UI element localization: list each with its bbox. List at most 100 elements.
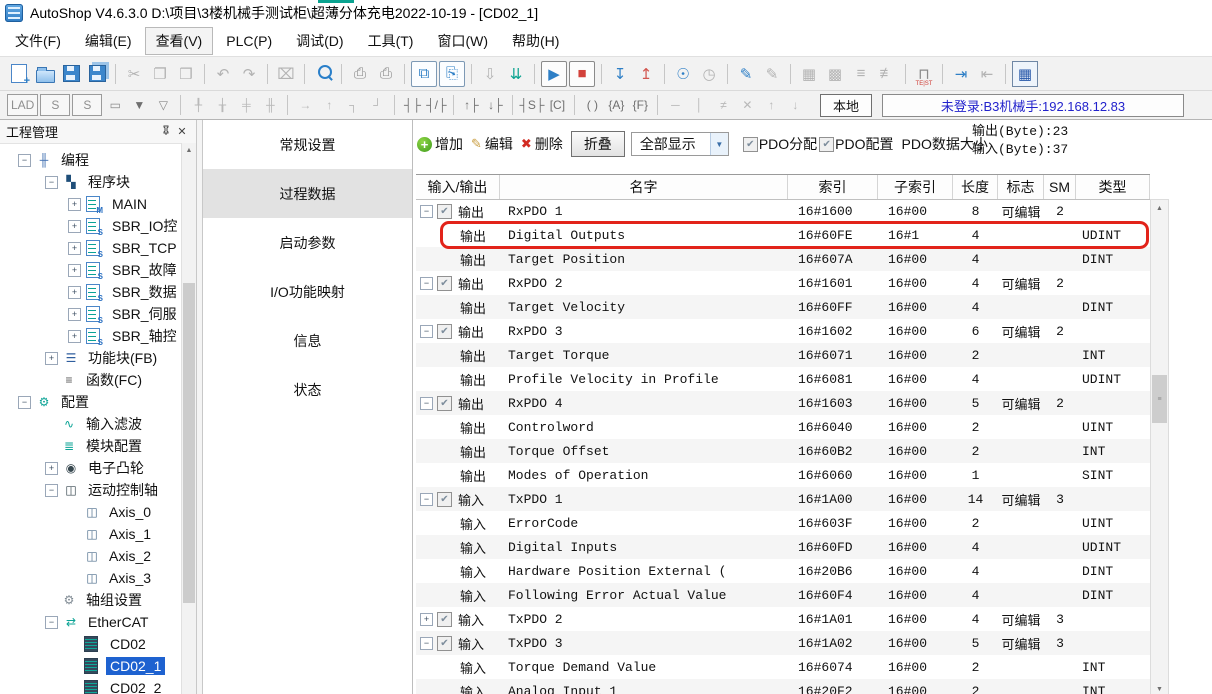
set-coil-icon[interactable]: ┤S├	[519, 95, 544, 115]
tree-item-程序块[interactable]: −▚程序块	[0, 171, 196, 193]
scroll-up-icon[interactable]: ▲	[1151, 200, 1168, 216]
tree-item-EtherCAT[interactable]: −⇄EtherCAT	[0, 611, 196, 633]
redo-icon[interactable]: ↷	[237, 62, 261, 86]
no-contact-icon[interactable]: ┤├	[401, 95, 423, 115]
rising-edge-contact-icon[interactable]: ↑├	[460, 95, 482, 115]
menu-item-6[interactable]: 窗口(W)	[426, 27, 499, 55]
pdo-config-checkbox[interactable]: ✔ PDO配置	[819, 134, 893, 154]
tree-item-CD02_2[interactable]: CD02_2	[0, 677, 196, 694]
table-row[interactable]: 输入Torque Demand Value16#607416#002INT	[416, 655, 1150, 679]
table-row[interactable]: −✔输出RxPDO 116#160016#008可编辑2	[416, 199, 1150, 223]
delete-cross-icon[interactable]: ✕	[736, 95, 758, 115]
column-header-5[interactable]: 标志	[998, 175, 1044, 199]
line-up-icon[interactable]: ↑	[318, 95, 340, 115]
counter-icon[interactable]: [C]	[546, 95, 568, 115]
scrollbar-thumb[interactable]: ≡	[1152, 375, 1167, 423]
collapse-button[interactable]: 折叠	[571, 131, 625, 157]
nc-contact-icon[interactable]: ┤/├	[425, 95, 447, 115]
collapse-icon[interactable]: −	[420, 493, 433, 506]
tree-item-SBR_IO控[interactable]: +SBR_IO控	[0, 215, 196, 237]
func-block-f-icon[interactable]: {F}	[629, 95, 651, 115]
table-row[interactable]: 输出Target Position16#607A16#004DINT	[416, 247, 1150, 271]
edit-mode-icon[interactable]: ✎	[734, 62, 758, 86]
table-row[interactable]: 输入Digital Inputs16#60FD16#004UDINT	[416, 535, 1150, 559]
compare-doc-icon[interactable]: ⇊	[504, 62, 528, 86]
add-button[interactable]: + 增加	[417, 134, 463, 154]
table-row[interactable]: 输出Controlword16#604016#002UINT	[416, 415, 1150, 439]
logout-icon[interactable]: ⇤	[975, 62, 999, 86]
dropdown-arrow-icon[interactable]: ▼	[710, 133, 728, 155]
edit-offline-icon[interactable]: ✎	[760, 62, 784, 86]
pdo-checkbox[interactable]: ✔	[437, 396, 452, 411]
search-icon[interactable]	[311, 62, 335, 86]
table-scrollbar[interactable]: ▲ ≡ ▼	[1150, 199, 1169, 694]
coil-tool-icon[interactable]: ▭	[104, 95, 126, 115]
expand-icon[interactable]: +	[68, 286, 81, 299]
tree-item-模块配置[interactable]: ≣模块配置	[0, 435, 196, 457]
tree-item-编程[interactable]: −╫编程	[0, 149, 196, 171]
menu-item-4[interactable]: 调试(D)	[285, 27, 354, 55]
open-project-icon[interactable]	[33, 62, 57, 86]
print-preview-icon[interactable]: ⎙	[348, 62, 372, 86]
menu-item-3[interactable]: PLC(P)	[215, 29, 283, 53]
tree-item-Axis_3[interactable]: ◫Axis_3	[0, 567, 196, 589]
tree-item-SBR_数据[interactable]: +SBR_数据	[0, 281, 196, 303]
tree-item-CD02[interactable]: CD02	[0, 633, 196, 655]
pdo-assign-checkbox[interactable]: ✔ PDO分配	[743, 134, 817, 154]
pdo-checkbox[interactable]: ✔	[437, 276, 452, 291]
column-header-0[interactable]: 输入/输出	[416, 175, 500, 199]
hline-icon[interactable]: ─	[664, 95, 686, 115]
edit-button[interactable]: ✎ 编辑	[471, 134, 513, 154]
copy-icon[interactable]: ❐	[148, 62, 172, 86]
falling-edge-contact-icon[interactable]: ↓├	[484, 95, 506, 115]
login-status[interactable]: 未登录:B3机械手:192.168.12.83	[882, 94, 1184, 117]
contact-parallel2-icon[interactable]: ╫	[259, 95, 281, 115]
nav-item-2[interactable]: 启动参数	[203, 218, 412, 267]
scroll-down-icon[interactable]: ▼	[1151, 681, 1168, 694]
stl-view-button[interactable]: S	[40, 94, 70, 116]
delete-icon[interactable]: ⌧	[274, 62, 298, 86]
menu-item-1[interactable]: 编辑(E)	[74, 27, 143, 55]
tree-item-函数(FC)[interactable]: ≡函数(FC)	[0, 369, 196, 391]
menu-item-5[interactable]: 工具(T)	[357, 27, 425, 55]
collapse-icon[interactable]: −	[45, 484, 58, 497]
collapse-icon[interactable]: −	[18, 396, 31, 409]
save-icon[interactable]	[59, 62, 83, 86]
run-icon[interactable]: ▶	[541, 61, 567, 87]
expand-icon[interactable]: +	[45, 352, 58, 365]
print-icon[interactable]: ⎙	[374, 62, 398, 86]
nav-item-4[interactable]: 信息	[203, 316, 412, 365]
expand-icon[interactable]: +	[420, 613, 433, 626]
column-header-4[interactable]: 长度	[953, 175, 998, 199]
local-mode-button[interactable]: 本地	[820, 94, 872, 117]
table-row[interactable]: −✔输入TxPDO 116#1A0016#0014可编辑3	[416, 487, 1150, 511]
line-corner-down-icon[interactable]: ┐	[342, 95, 364, 115]
insert-row-icon[interactable]: ≡	[849, 62, 873, 86]
cascade-windows-icon[interactable]: ⧉	[411, 61, 437, 87]
tree-item-SBR_故障[interactable]: +SBR_故障	[0, 259, 196, 281]
collapse-icon[interactable]: −	[420, 637, 433, 650]
display-filter-dropdown[interactable]: 全部显示 ▼	[631, 132, 729, 156]
tree-item-输入滤波[interactable]: ∿输入滤波	[0, 413, 196, 435]
vline-icon[interactable]: │	[688, 95, 710, 115]
sfc-view-button[interactable]: S	[72, 94, 102, 116]
pdo-checkbox[interactable]: ✔	[437, 204, 452, 219]
table-row[interactable]: 输出Modes of Operation16#606016#001SINT	[416, 463, 1150, 487]
cut-icon[interactable]: ✂	[122, 62, 146, 86]
timer-icon[interactable]: ◷	[697, 62, 721, 86]
table-row[interactable]: 输入Hardware Position External (16#20B616#…	[416, 559, 1150, 583]
expand-icon[interactable]: +	[68, 264, 81, 277]
expand-icon[interactable]: +	[68, 220, 81, 233]
line-corner-up-icon[interactable]: ┘	[366, 95, 388, 115]
nav-item-5[interactable]: 状态	[203, 365, 412, 414]
table-row[interactable]: −✔输入TxPDO 316#1A0216#005可编辑3	[416, 631, 1150, 655]
collapse-icon[interactable]: −	[420, 397, 433, 410]
grid-edit-icon[interactable]: ▦	[797, 62, 821, 86]
table-row[interactable]: 输入Following Error Actual Value16#60F416#…	[416, 583, 1150, 607]
lad-view-button[interactable]: LAD	[7, 94, 38, 116]
column-header-7[interactable]: 类型	[1076, 175, 1150, 199]
tree-item-运动控制轴[interactable]: −◫运动控制轴	[0, 479, 196, 501]
pdo-checkbox[interactable]: ✔	[437, 636, 452, 651]
menu-item-0[interactable]: 文件(F)	[4, 27, 72, 55]
save-all-icon[interactable]	[85, 62, 109, 86]
